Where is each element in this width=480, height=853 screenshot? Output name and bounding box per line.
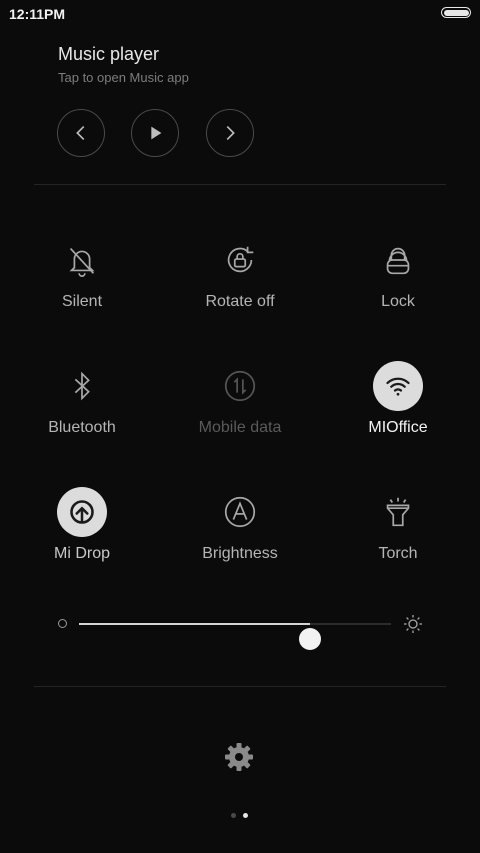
toggle-mobile-data[interactable]: Mobile data xyxy=(175,361,305,461)
toggle-rotate[interactable]: Rotate off xyxy=(175,235,305,335)
brightness-max-icon xyxy=(404,615,422,633)
page-dot xyxy=(231,813,236,818)
previous-icon xyxy=(76,125,85,141)
divider-top xyxy=(34,184,446,185)
auto-brightness-icon xyxy=(215,487,265,537)
toggle-label: Silent xyxy=(61,293,103,310)
toggle-label: Mobile data xyxy=(198,419,282,436)
status-bar: 12:11PM xyxy=(0,0,480,28)
toggle-label: Brightness xyxy=(202,545,278,562)
toggle-label: MIOffice xyxy=(368,419,428,436)
play-icon xyxy=(151,126,162,140)
toggle-label: Torch xyxy=(378,545,418,562)
mobile-data-icon xyxy=(215,361,265,411)
divider-bottom xyxy=(34,686,446,687)
mi-drop-icon xyxy=(57,487,107,537)
bluetooth-icon xyxy=(57,361,107,411)
toggle-label: Mi Drop xyxy=(53,545,110,562)
toggle-torch[interactable]: Torch xyxy=(333,487,463,587)
brightness-track[interactable] xyxy=(79,623,391,650)
bell-off-icon xyxy=(57,235,107,285)
settings-gear-icon[interactable] xyxy=(222,740,256,774)
brightness-thumb[interactable] xyxy=(298,628,321,650)
rotate-lock-icon xyxy=(215,235,265,285)
wifi-icon xyxy=(373,361,423,411)
toggle-label: Lock xyxy=(381,293,415,310)
play-button[interactable] xyxy=(131,109,179,157)
toggle-lock[interactable]: Lock xyxy=(333,235,463,335)
battery-icon xyxy=(441,7,471,18)
music-title[interactable]: Music player xyxy=(58,44,159,65)
next-button[interactable] xyxy=(206,109,254,157)
toggle-label: Bluetooth xyxy=(48,419,116,436)
page-indicator xyxy=(229,812,251,820)
brightness-slider[interactable] xyxy=(54,608,428,650)
toggle-bluetooth[interactable]: Bluetooth xyxy=(17,361,147,461)
brightness-min-icon xyxy=(58,619,67,628)
page-dot xyxy=(243,813,248,818)
flashlight-icon xyxy=(373,487,423,537)
toggle-brightness[interactable]: Brightness xyxy=(175,487,305,587)
toggle-label: Rotate off xyxy=(205,293,275,310)
previous-button[interactable] xyxy=(57,109,105,157)
toggle-mi-drop[interactable]: Mi Drop xyxy=(17,487,147,587)
toggle-silent[interactable]: Silent xyxy=(17,235,147,335)
lock-icon xyxy=(373,235,423,285)
toggle-wifi[interactable]: MIOffice xyxy=(333,361,463,461)
music-subtitle[interactable]: Tap to open Music app xyxy=(58,70,189,85)
next-icon xyxy=(226,125,235,141)
brightness-fill xyxy=(79,623,310,625)
status-time: 12:11PM xyxy=(9,6,66,22)
